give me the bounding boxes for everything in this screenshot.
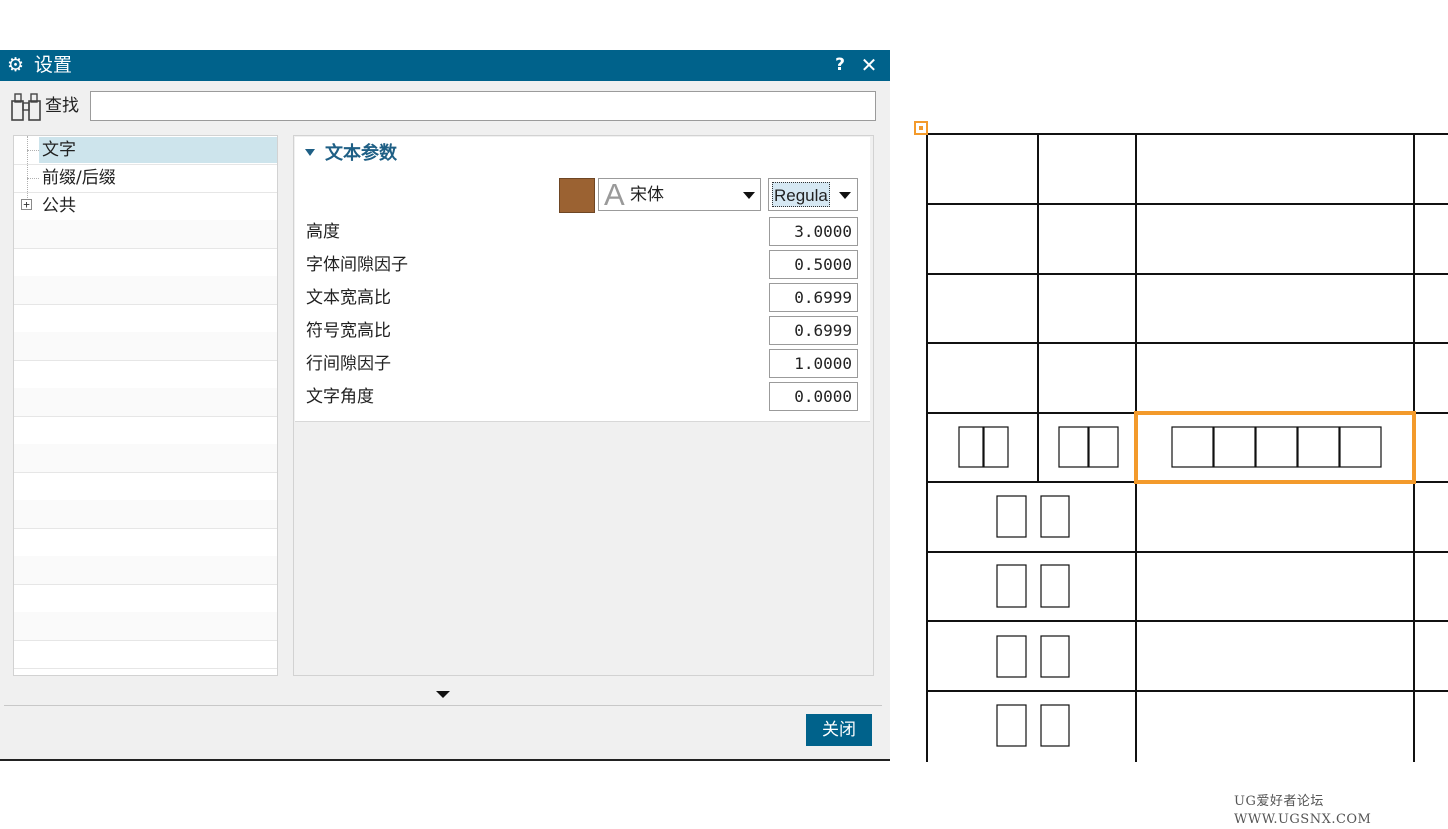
font-select[interactable]: A 宋体: [598, 178, 761, 211]
watermark: UG爱好者论坛 WWW.UGSNX.COM: [1234, 794, 1372, 827]
tree-row: [14, 444, 277, 473]
tree-row: [14, 500, 277, 529]
tree-row: [14, 640, 277, 669]
tree-row: [14, 584, 277, 613]
text-aspect-input[interactable]: 0.6999: [769, 283, 858, 312]
char-spacing-label: 字体间隙因子: [306, 255, 408, 275]
settings-dialog: ⚙ 设置 ? ✕ 查找 文字 前缀/后缀 + 公共 文本参数 A 宋体 Regu…: [0, 50, 890, 761]
tree-connector: [27, 150, 39, 151]
char-spacing-input[interactable]: 0.5000: [769, 250, 858, 279]
line-spacing-input[interactable]: 1.0000: [769, 349, 858, 378]
close-icon[interactable]: ✕: [858, 53, 880, 77]
tree-row: [14, 220, 277, 249]
settings-panel: 文本参数 A 宋体 Regular 高度 3.0000 字体间隙因子 0.500…: [293, 135, 874, 676]
find-input[interactable]: [90, 91, 876, 121]
dialog-title-bar[interactable]: ⚙ 设置 ? ✕: [0, 50, 890, 81]
tree-row: [14, 248, 277, 277]
text-angle-label: 文字角度: [306, 387, 374, 407]
group-title[interactable]: 文本参数: [325, 141, 397, 167]
drawing-table[interactable]: [890, 110, 1448, 762]
find-label: 查找: [45, 96, 79, 116]
anchor-point-icon[interactable]: [914, 121, 928, 135]
tree-row: [14, 332, 277, 361]
font-name: 宋体: [630, 185, 664, 205]
font-style-value: Regular: [772, 182, 830, 207]
font-icon: A: [604, 177, 625, 212]
symbol-aspect-input[interactable]: 0.6999: [769, 316, 858, 345]
settings-tree: 文字 前缀/后缀 + 公共: [13, 135, 278, 676]
tree-row: [14, 304, 277, 333]
tree-row: [14, 416, 277, 445]
tree-row: [14, 360, 277, 389]
drawing-border-line: [0, 759, 890, 761]
line-spacing-label: 行间隙因子: [306, 354, 391, 374]
symbol-aspect-label: 符号宽高比: [306, 321, 391, 341]
close-button[interactable]: 关闭: [806, 714, 872, 746]
tree-item-common[interactable]: 公共: [39, 193, 79, 219]
chevron-down-icon: [839, 192, 851, 199]
font-style-select[interactable]: Regular: [768, 178, 858, 211]
expand-icon[interactable]: +: [21, 199, 32, 210]
tree-item-text[interactable]: 文字: [39, 137, 277, 163]
chevron-down-icon: [743, 192, 755, 199]
tree-row: [14, 528, 277, 557]
text-color-swatch[interactable]: [559, 178, 595, 213]
collapse-caret-icon[interactable]: [305, 149, 315, 156]
tree-connector: [27, 178, 39, 179]
text-angle-input[interactable]: 0.0000: [769, 382, 858, 411]
height-input[interactable]: 3.0000: [769, 217, 858, 246]
height-label: 高度: [306, 222, 340, 242]
more-options-arrow-icon[interactable]: [436, 691, 450, 698]
binoculars-icon: [11, 93, 41, 121]
tree-row: [14, 276, 277, 305]
text-params-group: 文本参数 A 宋体 Regular 高度 3.0000 字体间隙因子 0.500…: [295, 137, 870, 422]
tree-row: [14, 388, 277, 417]
help-button[interactable]: ?: [831, 54, 849, 76]
text-aspect-label: 文本宽高比: [306, 288, 391, 308]
tree-item-prefix-suffix[interactable]: 前缀/后缀: [39, 165, 119, 191]
tree-connector: [27, 136, 28, 206]
tree-row: [14, 556, 277, 585]
selection-highlight: [1134, 411, 1416, 484]
dialog-title: 设置: [34, 54, 73, 76]
tree-row: [14, 472, 277, 501]
divider: [4, 705, 882, 706]
gear-icon: ⚙: [7, 54, 25, 76]
tree-row: [14, 612, 277, 641]
